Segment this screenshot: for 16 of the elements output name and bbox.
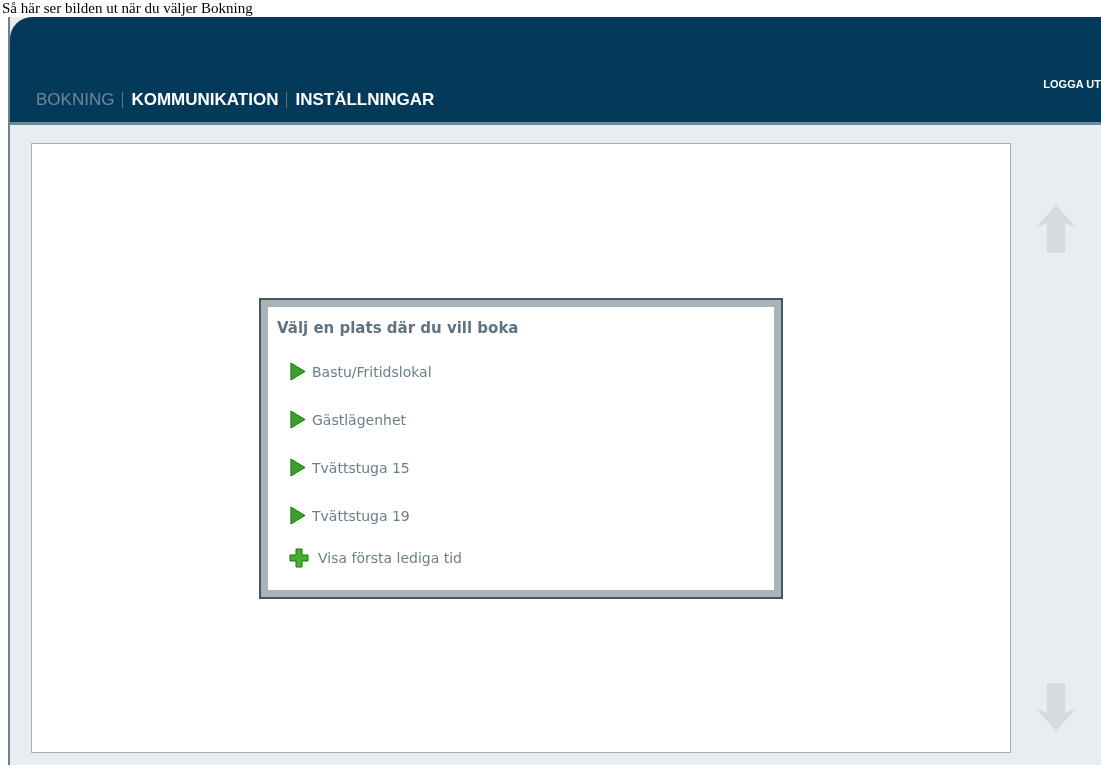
caption: Så här ser bilden ut när du väljer Bokning bbox=[1, 0, 254, 17]
play-icon bbox=[289, 362, 306, 381]
dialog-title: Välj en plats där du vill boka bbox=[277, 318, 520, 337]
place-link[interactable]: Bastu/Fritidslokal bbox=[312, 363, 432, 380]
place-link[interactable]: Tvättstuga 19 bbox=[312, 507, 410, 524]
nav-tab[interactable]: INSTÄLLNINGAR bbox=[295, 90, 435, 110]
play-icon bbox=[289, 410, 306, 429]
play-icon bbox=[289, 506, 306, 525]
place-link[interactable]: Visa första lediga tid bbox=[318, 549, 462, 566]
place-link[interactable]: Gästlägenhet bbox=[312, 411, 407, 428]
nav-tab[interactable]: BOKNING bbox=[36, 90, 115, 110]
play-icon bbox=[289, 458, 306, 477]
logout-link[interactable]: LOGGA UT bbox=[1043, 77, 1101, 90]
place-link[interactable]: Tvättstuga 15 bbox=[312, 459, 410, 476]
nav-tab[interactable]: KOMMUNIKATION bbox=[131, 90, 279, 110]
plus-icon bbox=[289, 547, 309, 568]
